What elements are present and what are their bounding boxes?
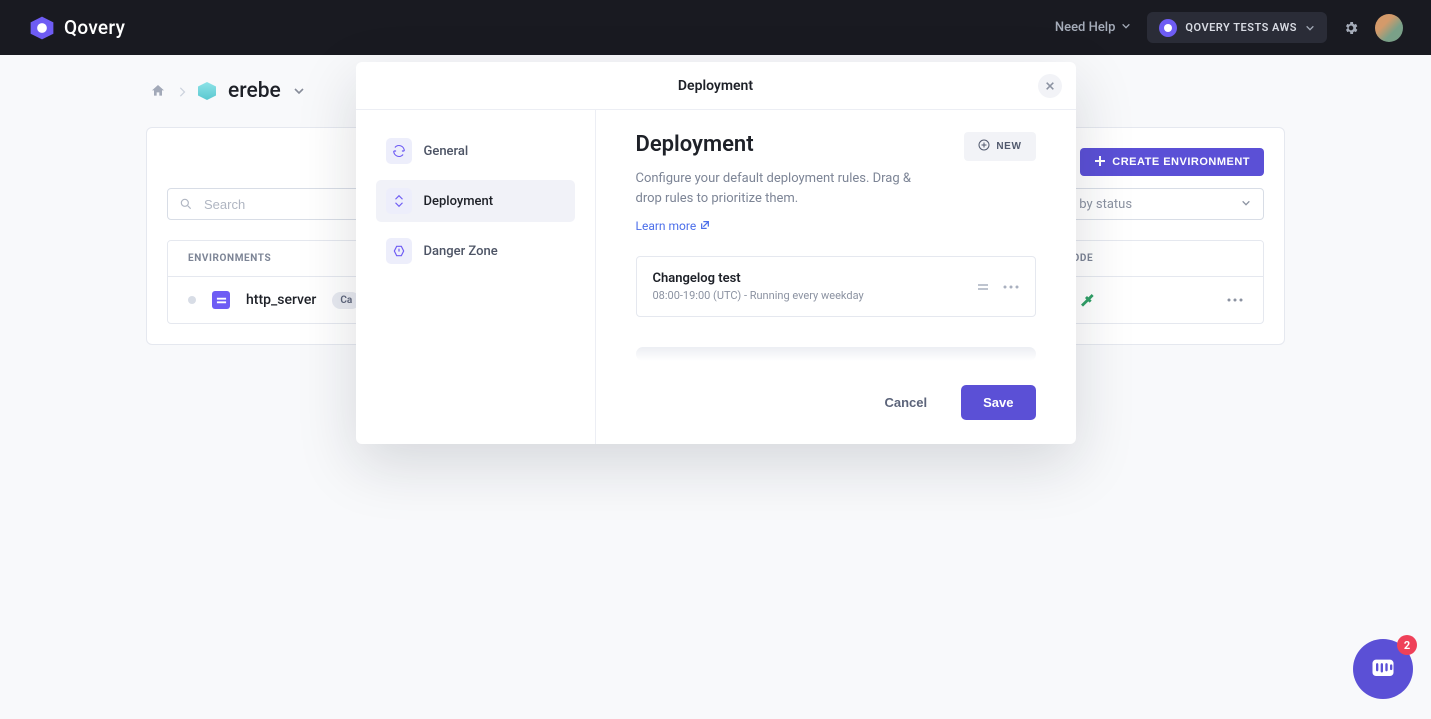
learn-more-label: Learn more bbox=[636, 219, 697, 233]
modal-actions: Cancel Save bbox=[636, 385, 1036, 420]
environment-icon bbox=[212, 291, 230, 309]
environment-name: http_server bbox=[246, 292, 316, 308]
user-avatar[interactable] bbox=[1375, 14, 1403, 42]
sidebar-item-label: General bbox=[424, 144, 469, 159]
plus-icon bbox=[1094, 155, 1106, 170]
org-logo-icon bbox=[1159, 19, 1177, 37]
warning-icon bbox=[386, 238, 412, 264]
rule-title: Changelog test bbox=[653, 271, 963, 286]
deployment-settings-modal: Deployment General Deployment bbox=[356, 62, 1076, 444]
modal-header: Deployment bbox=[356, 62, 1076, 110]
chevron-down-icon bbox=[1305, 18, 1315, 37]
drag-handle-icon[interactable] bbox=[977, 281, 989, 293]
settings-button[interactable] bbox=[1343, 20, 1359, 36]
modal-sidebar: General Deployment Danger Zone bbox=[356, 110, 596, 444]
app-header: Qovery Need Help QOVERY TESTS AWS bbox=[0, 0, 1431, 55]
content-subtitle: Configure your default deployment rules.… bbox=[636, 169, 936, 209]
plus-circle-icon bbox=[978, 139, 990, 154]
sidebar-item-deployment[interactable]: Deployment bbox=[376, 180, 575, 222]
modal-content: Deployment NEW Configure your default de… bbox=[596, 110, 1076, 444]
header-actions: Need Help QOVERY TESTS AWS bbox=[1055, 12, 1403, 43]
info-icon bbox=[386, 138, 412, 164]
search-icon bbox=[179, 197, 193, 211]
external-link-icon bbox=[700, 219, 710, 233]
create-environment-button[interactable]: CREATE ENVIRONMENT bbox=[1080, 148, 1264, 176]
content-heading: Deployment bbox=[636, 132, 754, 157]
row-menu-button[interactable] bbox=[1227, 298, 1243, 302]
deployment-icon bbox=[386, 188, 412, 214]
org-switcher[interactable]: QOVERY TESTS AWS bbox=[1147, 12, 1327, 43]
create-env-label: CREATE ENVIRONMENT bbox=[1112, 156, 1250, 168]
col-mode: MODE bbox=[1063, 253, 1243, 264]
save-button[interactable]: Save bbox=[961, 385, 1035, 420]
list-shadow bbox=[636, 347, 1036, 361]
sidebar-item-general[interactable]: General bbox=[376, 130, 575, 172]
brand-text: Qovery bbox=[64, 16, 125, 39]
home-icon[interactable] bbox=[150, 83, 166, 99]
intercom-chat-button[interactable]: 2 bbox=[1353, 639, 1413, 699]
new-rule-button[interactable]: NEW bbox=[964, 132, 1035, 161]
org-name: QOVERY TESTS AWS bbox=[1185, 21, 1297, 34]
rule-description: 08:00-19:00 (UTC) - Running every weekda… bbox=[653, 289, 963, 302]
learn-more-link[interactable]: Learn more bbox=[636, 219, 711, 233]
mode-icon bbox=[1079, 292, 1095, 308]
project-name[interactable]: erebe bbox=[228, 79, 281, 103]
sidebar-item-label: Danger Zone bbox=[424, 244, 498, 259]
need-help-label: Need Help bbox=[1055, 20, 1116, 35]
chevron-down-icon bbox=[1241, 197, 1251, 212]
deployment-rule-card[interactable]: Changelog test 08:00-19:00 (UTC) - Runni… bbox=[636, 256, 1036, 317]
breadcrumb-separator-icon bbox=[178, 82, 186, 101]
rule-menu-button[interactable] bbox=[1003, 285, 1019, 289]
new-rule-label: NEW bbox=[996, 141, 1021, 152]
brand-logo[interactable]: Qovery bbox=[28, 15, 125, 41]
project-icon bbox=[198, 82, 216, 100]
sidebar-item-danger-zone[interactable]: Danger Zone bbox=[376, 230, 575, 272]
status-dot-icon bbox=[188, 296, 196, 304]
close-button[interactable] bbox=[1038, 74, 1062, 98]
cancel-button[interactable]: Cancel bbox=[866, 385, 945, 420]
modal-title: Deployment bbox=[678, 78, 753, 94]
need-help-button[interactable]: Need Help bbox=[1055, 20, 1132, 35]
chat-notification-badge: 2 bbox=[1397, 635, 1417, 655]
qovery-logo-icon bbox=[28, 15, 56, 41]
sidebar-item-label: Deployment bbox=[424, 194, 494, 209]
project-switcher-button[interactable] bbox=[293, 85, 305, 97]
chevron-down-icon bbox=[1121, 20, 1131, 35]
